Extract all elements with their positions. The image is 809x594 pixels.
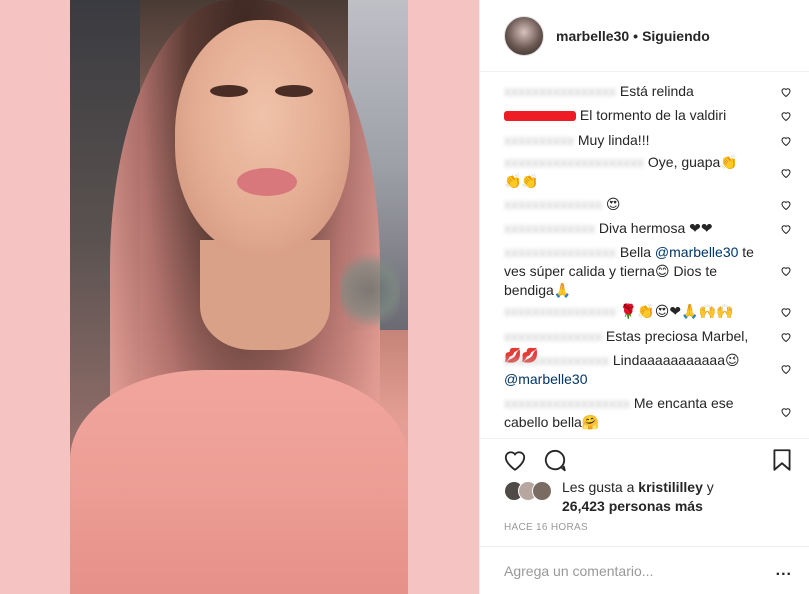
post-photo[interactable] [70,0,408,594]
photo-eye-left [210,85,248,97]
photo-lips [237,168,297,196]
heart-icon[interactable] [780,331,792,343]
post-actions-bar [480,438,809,478]
photo-tattoo [340,250,400,330]
comment-item: xxxxxxxxxxxxxxxxxxxx Oye, guapa👏 👏👏 [504,153,804,191]
post-username[interactable]: marbelle30 [556,28,629,44]
comment-author-redacted: xxxxxxxxxxxxxxxxxx [504,395,630,411]
comment-icon[interactable] [542,447,568,473]
comment-author-redacted: xxxxxxxxxxxxxxxxxxxx [504,154,644,170]
likes-joiner: y [702,479,714,495]
comment-author-redacted [504,111,576,122]
heart-icon[interactable] [780,110,792,122]
comment-author-redacted: xxxxxxxxxxxxxx [504,328,602,344]
likes-text: Les gusta a kristililley y 26,423 persona… [562,478,714,516]
comment-text: Diva hermosa ❤❤ [598,220,713,236]
post-header: marbelle30 • Siguiendo [480,0,809,72]
bookmark-icon[interactable] [769,447,795,473]
comment-mention[interactable]: @marbelle30 [504,371,587,387]
comment-item: El tormento de la valdiri [504,106,804,125]
heart-icon[interactable] [780,363,792,375]
separator-dot: • [633,27,639,44]
comment-text: Bella [619,244,655,260]
comment-text-rest: te [738,244,754,260]
heart-icon[interactable] [780,306,792,318]
comment-author-redacted: xxxxxxxxxx [504,132,574,148]
comment-mention[interactable]: @marbelle30 [655,244,738,260]
comments-list: xxxxxxxxxxxxxxxx Está relinda El torment… [480,72,809,438]
liker-username[interactable]: kristililley [638,479,703,495]
comment-author-redacted: xxxxxxxxxxxxx [504,220,595,236]
comment-text: Muy linda!!! [577,132,650,148]
comment-text-line2: cabello bella🤗 [504,414,600,430]
comment-text: 😍 [605,196,621,212]
comment-item: xxxxxxxxxxxxx Diva hermosa ❤❤ [504,219,804,238]
likes-count[interactable]: 26,423 personas más [562,498,703,514]
following-button[interactable]: Siguiendo [642,28,710,44]
heart-icon[interactable] [780,265,792,277]
comment-item: xxxxxxxxxxxxxxxxxx Me encanta ese cabello… [504,394,804,432]
comment-text: 🌹👏😍❤🙏🙌🙌 [619,303,734,319]
comment-input[interactable]: Agrega un comentario... [504,563,776,579]
heart-icon[interactable] [780,86,792,98]
avatar[interactable] [504,15,544,56]
comment-author-redacted: xxxxxxxxxxxxxx [504,196,602,212]
liker-avatars[interactable] [504,481,556,503]
comment-text-line2: ves súper calida y tierna😊 Dios te [504,263,718,279]
comment-item: xxxxxxxxxxxxxxxx Bella @marbelle30 te ves… [504,243,804,300]
heart-icon[interactable] [502,447,528,473]
post-sidebar: marbelle30 • Siguiendo xxxxxxxxxxxxxxxx … [479,0,809,594]
post-timestamp[interactable]: HACE 16 HORAS [504,522,588,533]
likes-prefix: Les gusta a [562,479,639,495]
comment-item: xxxxxxxxxx Muy linda!!! [504,131,804,150]
comment-text: Lindaaaaaaaaaaa😉 [612,352,740,368]
photo-top [70,370,408,594]
comment-author-redacted: xxxxxxxxxxxxxxx [504,352,609,368]
comment-input-bar: Agrega un comentario... ... [480,546,809,594]
heart-icon[interactable] [780,223,792,235]
comment-item: xxxxxxxxxxxxxxx Lindaaaaaaaaaaa😉 @marbell… [504,351,804,389]
comment-author-redacted: xxxxxxxxxxxxxxxx [504,244,616,260]
photo-face [175,20,350,255]
comment-text: Oye, guapa👏 [647,154,738,170]
comment-item: xxxxxxxxxxxxxx 😍 [504,195,804,214]
comment-text: El tormento de la valdiri [579,107,727,123]
heart-icon[interactable] [780,406,792,418]
photo-neck [200,240,330,350]
comment-author-redacted: xxxxxxxxxxxxxxxx [504,303,616,319]
comment-text: Está relinda [619,83,694,99]
comment-text-line2: 👏👏 [504,173,539,189]
comment-text-line3: bendiga🙏 [504,282,572,298]
likes-summary: Les gusta a kristililley y 26,423 persona… [504,478,804,522]
heart-icon[interactable] [780,167,792,179]
more-options-icon[interactable]: ... [776,562,792,580]
avatar[interactable] [532,481,552,501]
comment-text: Me encanta ese [633,395,734,411]
comment-author-redacted: xxxxxxxxxxxxxxxx [504,83,616,99]
photo-eye-right [275,85,313,97]
comment-item: xxxxxxxxxxxxxxxx 🌹👏😍❤🙏🙌🙌 [504,302,804,321]
heart-icon[interactable] [780,135,792,147]
heart-icon[interactable] [780,199,792,211]
photo-pane [0,0,479,594]
comment-item: xxxxxxxxxxxxxxxx Está relinda [504,82,804,101]
